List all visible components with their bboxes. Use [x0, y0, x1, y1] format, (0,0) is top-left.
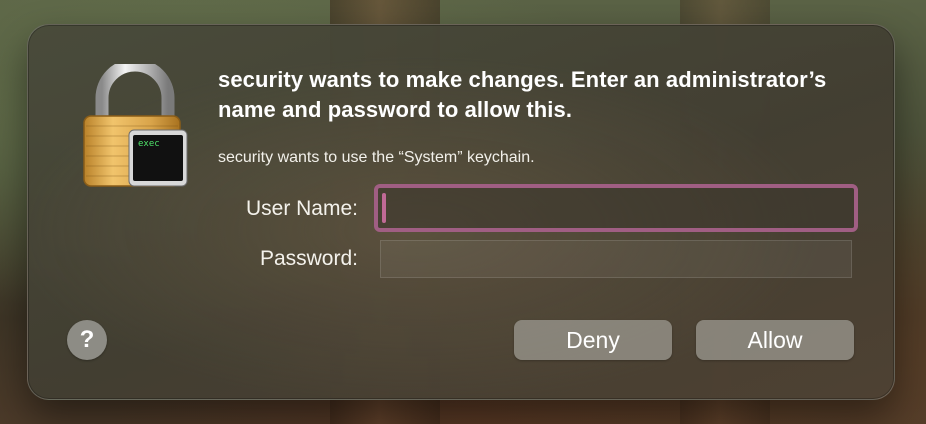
password-label: Password: — [259, 247, 358, 270]
padlock-icon — [83, 64, 188, 187]
user-name-label: User Name: — [245, 197, 358, 220]
allow-button[interactable]: Allow — [696, 320, 854, 360]
password-input[interactable] — [380, 240, 852, 278]
text-cursor — [382, 193, 386, 223]
exec-badge-text: exec — [138, 139, 160, 149]
deny-button[interactable]: Deny — [514, 320, 672, 360]
user-name-input[interactable] — [374, 184, 858, 232]
dialog-headline: security wants to make changes. Enter an… — [218, 67, 827, 122]
dialog-subtext: security wants to use the “System” keych… — [218, 149, 535, 166]
help-button[interactable]: ? — [67, 320, 107, 360]
